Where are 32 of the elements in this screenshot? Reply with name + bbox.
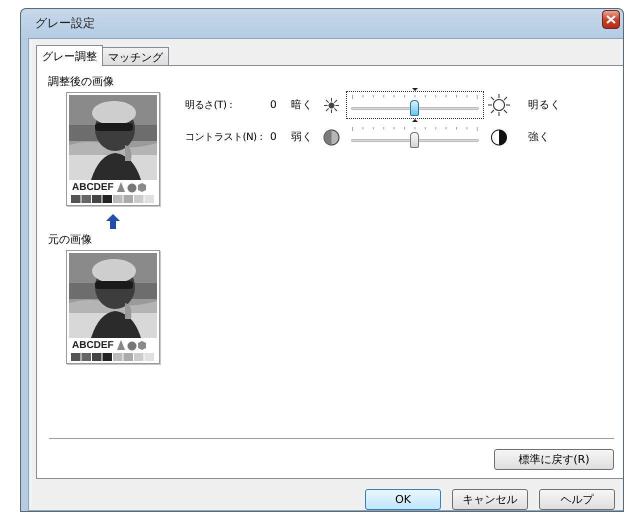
dialog-button[interactable]: キャンセル bbox=[452, 489, 528, 510]
reset-button[interactable]: 標準に戻す(R) bbox=[494, 449, 614, 470]
dialog-button[interactable]: OK bbox=[365, 489, 441, 510]
preview-label: 調整後の画像 bbox=[48, 74, 114, 89]
low-label: 暗く bbox=[291, 98, 314, 112]
sample-text: ABCDEF bbox=[72, 340, 114, 351]
marker-icon bbox=[412, 119, 418, 122]
close-button[interactable] bbox=[602, 10, 620, 29]
dim-sun-icon bbox=[323, 96, 340, 114]
tab[interactable]: グレー調整 bbox=[36, 45, 103, 66]
shapes-icon bbox=[116, 182, 147, 193]
low-label: 弱く bbox=[291, 130, 314, 144]
bright-sun-icon bbox=[488, 94, 510, 116]
window-title: グレー設定 bbox=[35, 15, 95, 32]
slider-thumb[interactable] bbox=[410, 132, 419, 148]
slider-label: コントラスト(N) : bbox=[185, 131, 264, 144]
sample-text: ABCDEF bbox=[72, 182, 114, 193]
close-icon bbox=[606, 15, 616, 24]
slider-thumb[interactable] bbox=[410, 100, 419, 116]
slider-label: 明るさ(T) : bbox=[185, 99, 234, 112]
slider-value: 0 bbox=[270, 99, 278, 111]
high-contrast-icon bbox=[488, 128, 510, 146]
slider-value: 0 bbox=[270, 131, 278, 143]
shapes-icon bbox=[116, 340, 147, 351]
high-label: 強く bbox=[528, 130, 550, 144]
up-arrow-icon bbox=[106, 214, 120, 229]
low-contrast-icon bbox=[323, 128, 340, 146]
marker-icon bbox=[412, 88, 418, 91]
tab[interactable]: マッチング bbox=[102, 47, 169, 65]
dialog-button[interactable]: ヘルプ bbox=[539, 489, 615, 510]
preview-label: 元の画像 bbox=[48, 232, 92, 247]
high-label: 明るく bbox=[528, 98, 561, 112]
